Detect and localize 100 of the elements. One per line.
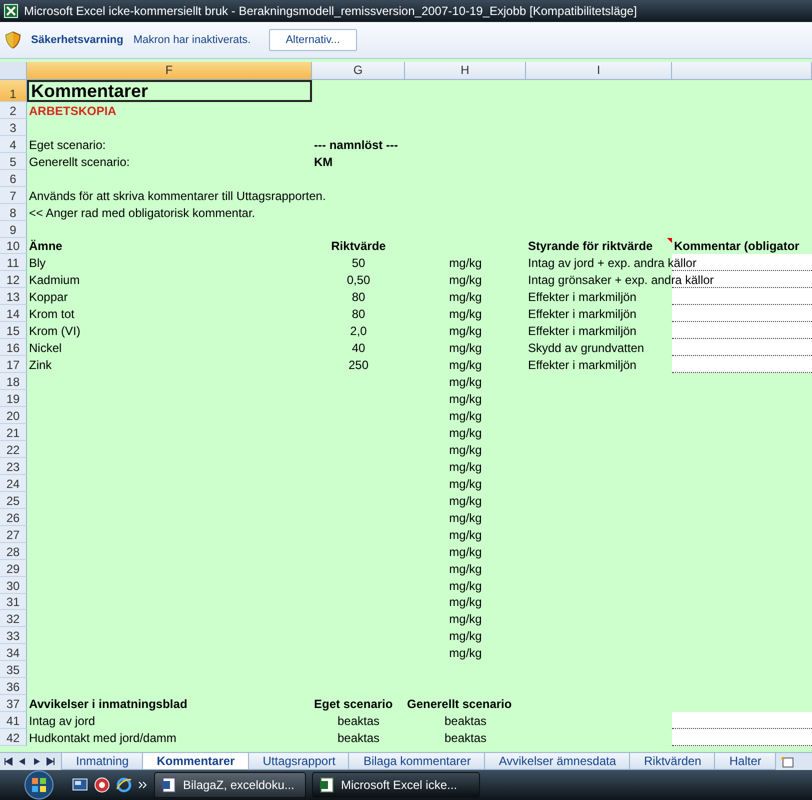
table-cell-text: mg/kg	[448, 562, 483, 577]
row-header[interactable]: 4	[0, 136, 27, 153]
sheet-tab[interactable]: Bilaga kommentarer	[348, 753, 486, 770]
comment-field[interactable]	[672, 729, 812, 746]
taskbar-button[interactable]: BilagaZ, exceldoku...	[154, 772, 306, 798]
row-header[interactable]: 28	[0, 542, 27, 560]
row-header[interactable]: 22	[0, 440, 27, 458]
row-header[interactable]: 15	[0, 322, 27, 340]
table-cell-text: mg/kg	[448, 494, 483, 509]
row-header[interactable]: 26	[0, 508, 27, 526]
table-cell-text: Kadmium	[28, 273, 81, 288]
table-cell-text: mg/kg	[448, 442, 483, 458]
sheet-navigation-icon[interactable]	[4, 757, 13, 766]
row-header[interactable]: 12	[0, 271, 27, 288]
row-header[interactable]: 16	[0, 339, 27, 356]
table-cell-text: << Anger rad med obligatorisk kommentar.	[28, 206, 256, 221]
row-header[interactable]: 3	[0, 118, 27, 136]
row-header[interactable]: 32	[0, 610, 27, 628]
row-header[interactable]: 7	[0, 186, 27, 204]
row-header[interactable]: 5	[0, 152, 27, 170]
comment-field[interactable]	[672, 322, 812, 340]
table-cell-text: mg/kg	[448, 375, 483, 390]
row-header[interactable]: 42	[0, 729, 27, 746]
row-header[interactable]: 8	[0, 204, 27, 221]
row-header[interactable]: 1	[0, 80, 27, 102]
table-cell-text: mg/kg	[448, 476, 483, 492]
column-header[interactable]: F	[27, 62, 312, 79]
row-header[interactable]: 14	[0, 305, 27, 322]
table-cell-text: Avvikelser i inmatningsblad	[28, 697, 188, 712]
table-cell-text: Krom (VI)	[28, 324, 82, 340]
table-cell-text: KM	[313, 154, 334, 170]
row-header[interactable]: 11	[0, 254, 27, 272]
row-header[interactable]: 30	[0, 576, 27, 594]
table-cell-text: mg/kg	[448, 528, 483, 543]
table-cell-text: mg/kg	[448, 290, 483, 306]
table-cell-text: mg/kg	[448, 392, 483, 408]
row-header[interactable]: 6	[0, 170, 27, 187]
sheet-tab[interactable]: Riktvärden	[629, 753, 716, 770]
row-header[interactable]: 37	[0, 695, 27, 712]
show-desktop-icon[interactable]	[72, 777, 88, 793]
row-header[interactable]: 31	[0, 594, 27, 610]
table-cell-text: beaktas	[336, 731, 381, 746]
row-header[interactable]: 21	[0, 424, 27, 441]
table-cell-text: beaktas	[443, 731, 488, 746]
column-header[interactable]: G	[312, 62, 405, 79]
table-cell-text: Intag av jord	[28, 714, 96, 730]
row-header[interactable]: 25	[0, 492, 27, 509]
row-header[interactable]: 10	[0, 238, 27, 254]
comment-field[interactable]	[672, 356, 812, 374]
table-cell-text: mg/kg	[448, 544, 483, 560]
shield-icon	[5, 31, 21, 49]
comment-field[interactable]	[672, 288, 812, 306]
table-cell-text: Bly	[28, 256, 47, 272]
chevron-icon[interactable]	[138, 780, 148, 790]
row-header[interactable]: 34	[0, 644, 27, 662]
table-cell-text: Generellt scenario:	[28, 154, 131, 170]
row-header[interactable]: 9	[0, 220, 27, 238]
table-cell-text: Effekter i markmiljön	[527, 358, 638, 374]
sheet-navigation-icon[interactable]	[46, 757, 55, 766]
sheet-tab[interactable]: Uttagsrapport	[248, 753, 350, 770]
row-header[interactable]: 36	[0, 678, 27, 696]
table-cell-text: Koppar	[28, 290, 69, 306]
comment-field[interactable]	[672, 305, 812, 322]
browser-icon[interactable]	[116, 777, 132, 793]
comment-field[interactable]	[672, 339, 812, 356]
excel-icon	[4, 4, 18, 18]
sheet-tab[interactable]: Kommentarer	[142, 753, 250, 770]
table-cell-text: --- namnlöst ---	[313, 138, 399, 153]
row-header[interactable]: 2	[0, 102, 27, 119]
sheet-tab[interactable]: Inmatning	[61, 753, 144, 770]
row-header[interactable]: 24	[0, 474, 27, 492]
table-cell-text: Riktvärde	[330, 239, 387, 254]
table-cell-text: Intag av jord + exp. andra källor	[527, 256, 698, 272]
row-header[interactable]: 20	[0, 407, 27, 424]
row-header[interactable]: 29	[0, 560, 27, 577]
table-cell-text: Generellt scenario	[406, 697, 513, 712]
new-sheet-icon[interactable]	[780, 756, 794, 768]
table-cell-text: mg/kg	[448, 358, 483, 374]
comment-field[interactable]	[672, 712, 812, 730]
table-cell-text: Effekter i markmiljön	[527, 290, 638, 306]
table-cell-text: mg/kg	[448, 460, 483, 475]
column-header[interactable]: I	[526, 62, 672, 79]
row-header[interactable]: 18	[0, 373, 27, 390]
sheet-tab[interactable]: Avvikelser ämnesdata	[484, 753, 631, 770]
row-header[interactable]: 33	[0, 627, 27, 644]
taskbar-button[interactable]: Microsoft Excel icke...	[312, 772, 480, 798]
row-header[interactable]: 27	[0, 526, 27, 543]
row-header[interactable]: 41	[0, 712, 27, 730]
window-title: Microsoft Excel icke-kommersiellt bruk - Berakningsmodell_remissversion_2007-10-19_Exjobb [Kompatibilitetsläge]	[24, 4, 637, 18]
row-header[interactable]: 17	[0, 356, 27, 374]
row-header[interactable]: 35	[0, 661, 27, 678]
row-header[interactable]: 19	[0, 390, 27, 408]
column-header[interactable]: H	[405, 62, 526, 79]
row-header[interactable]: 13	[0, 288, 27, 306]
security-warning-title: Säkerhetsvarning	[31, 34, 124, 46]
sheet-tab[interactable]: Halter	[714, 753, 776, 770]
table-cell-text: mg/kg	[448, 324, 483, 340]
row-header[interactable]: 23	[0, 458, 27, 475]
options-button[interactable]: Alternativ...	[268, 29, 357, 51]
globe-icon[interactable]	[94, 777, 110, 793]
